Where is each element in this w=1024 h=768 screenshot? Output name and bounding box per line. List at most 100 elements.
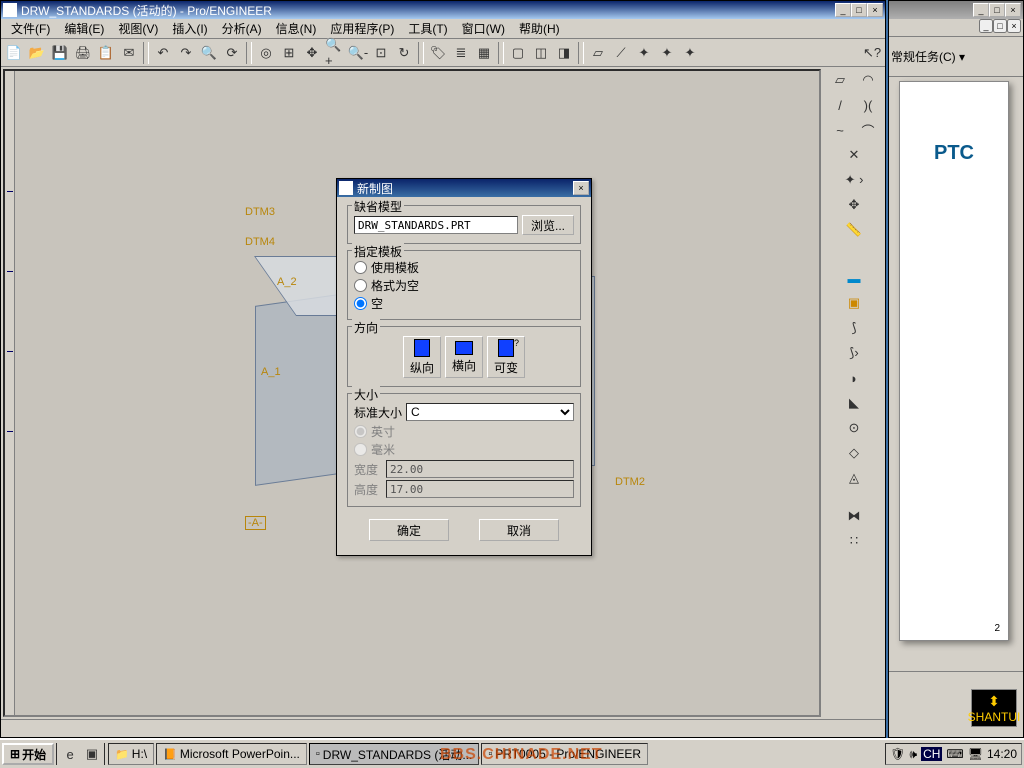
hole-tool-icon[interactable]: ⊙ [841,417,867,439]
proe-task[interactable]: ▫PRT0005 - Pro/ENGINEER [481,743,648,765]
model-file-input[interactable] [354,216,518,234]
tray-icon[interactable]: 🖥 [968,747,983,761]
view-mgr-icon[interactable]: ▦ [473,42,495,64]
redo-icon[interactable]: ↷ [175,42,197,64]
menu-insert[interactable]: 插入(I) [166,18,213,39]
ime-indicator[interactable]: CH [921,747,942,761]
datum-plane-icon[interactable]: ▱ [587,42,609,64]
spin-icon[interactable]: ◎ [255,42,277,64]
curve-tool-icon[interactable]: ~ [827,119,853,141]
graph-icon[interactable]: ⊞ [278,42,300,64]
extrude-tool-icon[interactable]: ▬ [841,267,867,289]
draft-tool-icon[interactable]: ◬ [841,467,867,489]
std-size-select[interactable]: C [406,403,574,421]
tray-icon[interactable]: ⌨ [946,747,963,761]
menu-help[interactable]: 帮助(H) [513,18,566,39]
round-tool-icon[interactable]: ◗ [841,367,867,389]
regen-icon[interactable]: ⟳ [221,42,243,64]
help-arrow-icon[interactable]: ↖? [861,42,883,64]
main-title-bar[interactable]: DRW_STANDARDS (活动的) - Pro/ENGINEER _ □ × [1,1,885,19]
annot-tool-icon[interactable]: ✥ [841,194,867,216]
open-icon[interactable]: 📂 [26,42,48,64]
system-tray[interactable]: 🛡 🕪 CH ⌨ 🖥 14:20 [885,743,1022,765]
shaded-icon[interactable]: ◨ [553,42,575,64]
layers-icon[interactable]: ≣ [450,42,472,64]
ok-button[interactable]: 确定 [369,519,449,541]
common-tasks-menu[interactable]: 常规任务(C) ▾ [891,48,965,65]
empty-radio[interactable] [354,297,367,310]
arc-tool-icon[interactable]: ⌒ [855,119,881,141]
shell-tool-icon[interactable]: ◇ [841,442,867,464]
annot-icon[interactable]: ✦ [679,42,701,64]
mirror-tool-icon[interactable]: ⧓ [841,505,867,527]
doc-min-button[interactable]: _ [979,19,993,33]
save-icon[interactable]: 💾 [49,42,71,64]
menu-app[interactable]: 应用程序(P) [324,18,400,39]
maximize-button[interactable]: □ [851,3,867,17]
menu-file[interactable]: 文件(F) [5,18,56,39]
revolve-tool-icon[interactable]: ▣ [841,292,867,314]
dialog-title-bar[interactable]: 新制图 × [337,179,591,197]
ie-icon[interactable]: e [60,744,80,764]
point-tool-icon[interactable]: ✕ [841,144,867,166]
sweep-tool-icon[interactable]: ⟆ [841,317,867,339]
print-icon[interactable]: 🖨 [72,42,94,64]
datum-point-icon[interactable]: ✦ [633,42,655,64]
repaint-icon[interactable]: ↻ [393,42,415,64]
doc-max-button[interactable]: □ [993,19,1007,33]
landscape-button[interactable]: 横向 [445,336,483,378]
doc-close-button[interactable]: × [1007,19,1021,33]
tag-icon[interactable]: 🏷 [427,42,449,64]
pattern-tool-icon[interactable]: ∷ [841,530,867,552]
select-icon[interactable]: ✥ [301,42,323,64]
menu-analysis[interactable]: 分析(A) [216,18,268,39]
slide-preview[interactable]: PTC 2 [899,81,1009,641]
zoom-fit-icon[interactable]: ⊡ [370,42,392,64]
menu-info[interactable]: 信息(N) [270,18,323,39]
menu-view[interactable]: 视图(V) [112,18,164,39]
axis-tool-icon[interactable]: / [827,94,853,116]
minimize-button[interactable]: _ [835,3,851,17]
csys-icon[interactable]: ✦ [656,42,678,64]
menu-window[interactable]: 窗口(W) [456,18,511,39]
desktop-icon[interactable]: ▣ [82,744,102,764]
datum-axis-icon[interactable]: ⟋ [610,42,632,64]
new-icon[interactable]: 📄 [3,42,25,64]
browse-button[interactable]: 浏览... [522,215,574,235]
sketch-tool-icon[interactable]: ◠ [855,69,881,91]
wireframe-icon[interactable]: ▢ [507,42,529,64]
variable-button[interactable]: ?可变 [487,336,525,378]
hidden-icon[interactable]: ◫ [530,42,552,64]
sec-max-button[interactable]: □ [989,3,1005,17]
a-label: -A- [245,516,266,530]
mail-icon[interactable]: ✉ [118,42,140,64]
start-button[interactable]: ⊞ 开始 [2,743,54,765]
blend-tool-icon[interactable]: ⟆› [841,342,867,364]
format-empty-radio[interactable] [354,279,367,292]
zoom-in-icon[interactable]: 🔍+ [324,42,346,64]
chamfer-tool-icon[interactable]: ◣ [841,392,867,414]
tray-icon[interactable]: 🕪 [910,747,918,762]
zoom-out-icon[interactable]: 🔍- [347,42,369,64]
csys-tool-icon[interactable]: ✦ › [841,169,867,191]
powerpoint-task[interactable]: 📙Microsoft PowerPoin... [156,743,307,765]
undo-icon[interactable]: ↶ [152,42,174,64]
measure-tool-icon[interactable]: 📏 [841,219,867,241]
find-icon[interactable]: 🔍 [198,42,220,64]
use-template-radio[interactable] [354,261,367,274]
menu-edit[interactable]: 编辑(E) [58,18,110,39]
tray-icon[interactable]: 🛡 [890,747,905,761]
plane-tool-icon[interactable]: ▱ [827,69,853,91]
dialog-close-button[interactable]: × [573,181,589,195]
close-button[interactable]: × [867,3,883,17]
copy-icon[interactable]: 📋 [95,42,117,64]
explorer-task[interactable]: 📁H:\ [108,743,154,765]
cut-tool-icon[interactable]: )( [855,94,881,116]
cancel-button[interactable]: 取消 [479,519,559,541]
mm-label: 毫米 [371,441,395,458]
portrait-button[interactable]: 纵向 [403,336,441,378]
menu-tools[interactable]: 工具(T) [402,18,453,39]
active-task[interactable]: ▫DRW_STANDARDS (活动... [309,743,479,765]
sec-close-button[interactable]: × [1005,3,1021,17]
sec-min-button[interactable]: _ [973,3,989,17]
